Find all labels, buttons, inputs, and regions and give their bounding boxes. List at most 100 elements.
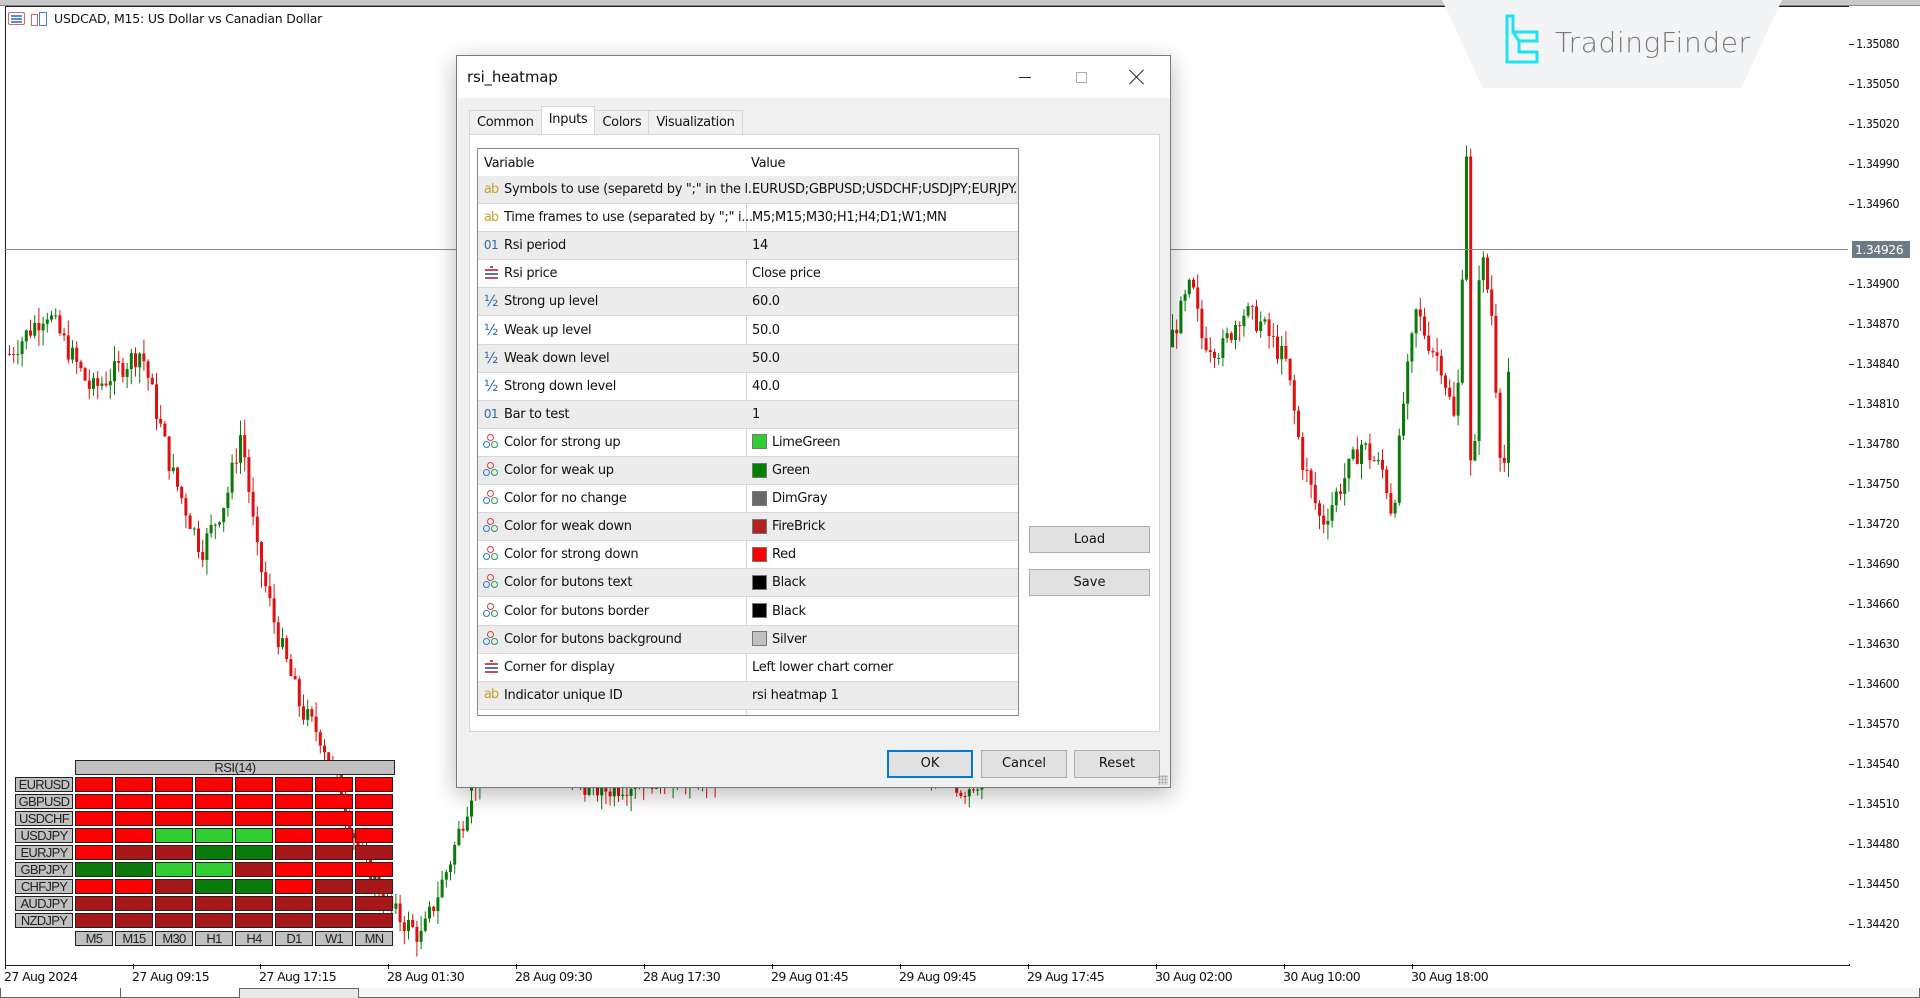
- heatmap-cell[interactable]: [275, 862, 313, 877]
- dialog-titlebar[interactable]: rsi_heatmap: [457, 56, 1170, 98]
- heatmap-cell[interactable]: [355, 794, 393, 809]
- heatmap-timeframe-h1[interactable]: H1: [195, 931, 233, 946]
- chart-type-icon[interactable]: [31, 12, 48, 26]
- heatmap-cell[interactable]: [75, 862, 113, 877]
- heatmap-cell[interactable]: [315, 845, 353, 860]
- heatmap-timeframe-m30[interactable]: M30: [155, 931, 193, 946]
- heatmap-cell[interactable]: [275, 896, 313, 911]
- resize-grip[interactable]: [1158, 775, 1168, 785]
- heatmap-symbol-nzdjpy[interactable]: NZDJPY: [15, 913, 73, 928]
- input-value[interactable]: LimeGreen: [752, 435, 840, 450]
- heatmap-cell[interactable]: [115, 862, 153, 877]
- input-value[interactable]: 60.0: [752, 294, 780, 309]
- heatmap-cell[interactable]: [115, 879, 153, 894]
- color-swatch[interactable]: [752, 519, 767, 534]
- heatmap-cell[interactable]: [235, 794, 273, 809]
- color-swatch[interactable]: [752, 463, 767, 478]
- heatmap-cell[interactable]: [155, 879, 193, 894]
- save-button[interactable]: Save: [1029, 569, 1150, 596]
- chart-menu-icon[interactable]: [8, 12, 25, 25]
- heatmap-symbol-eurjpy[interactable]: EURJPY: [15, 845, 73, 860]
- input-value[interactable]: 14: [752, 238, 768, 253]
- heatmap-cell[interactable]: [355, 879, 393, 894]
- tab-visualization[interactable]: Visualization: [648, 110, 742, 134]
- heatmap-cell[interactable]: [155, 862, 193, 877]
- heatmap-cell[interactable]: [195, 862, 233, 877]
- heatmap-symbol-usdchf[interactable]: USDCHF: [15, 811, 73, 826]
- heatmap-cell[interactable]: [315, 862, 353, 877]
- input-value[interactable]: 1: [752, 407, 760, 422]
- input-value[interactable]: Green: [752, 463, 810, 478]
- tab-common[interactable]: Common: [469, 110, 542, 134]
- color-swatch[interactable]: [752, 575, 767, 590]
- column-header-variable[interactable]: Variable: [484, 156, 534, 171]
- ok-button[interactable]: OK: [887, 750, 973, 778]
- reset-button[interactable]: Reset: [1074, 750, 1160, 778]
- input-value[interactable]: rsi heatmap 1: [752, 688, 839, 703]
- heatmap-cell[interactable]: [115, 811, 153, 826]
- heatmap-cell[interactable]: [75, 913, 113, 928]
- maximize-button[interactable]: [1053, 56, 1109, 98]
- input-row[interactable]: abIndicator unique IDrsi heatmap 1: [478, 682, 1018, 710]
- close-button[interactable]: [1109, 56, 1165, 98]
- heatmap-timeframe-m15[interactable]: M15: [115, 931, 153, 946]
- input-value[interactable]: Close price: [752, 266, 821, 281]
- heatmap-cell[interactable]: [275, 794, 313, 809]
- heatmap-cell[interactable]: [355, 913, 393, 928]
- input-row[interactable]: Color for butons borderBlack: [478, 598, 1018, 626]
- heatmap-cell[interactable]: [355, 811, 393, 826]
- heatmap-cell[interactable]: [235, 828, 273, 843]
- heatmap-timeframe-h4[interactable]: H4: [235, 931, 273, 946]
- input-row[interactable]: ½Strong down level40.0: [478, 373, 1018, 401]
- heatmap-cell[interactable]: [155, 845, 193, 860]
- heatmap-cell[interactable]: [75, 794, 113, 809]
- load-button[interactable]: Load: [1029, 526, 1150, 553]
- input-value[interactable]: DimGray: [752, 491, 827, 506]
- heatmap-cell[interactable]: [355, 828, 393, 843]
- heatmap-timeframe-mn[interactable]: MN: [355, 931, 393, 946]
- heatmap-cell[interactable]: [75, 845, 113, 860]
- input-value[interactable]: Black: [752, 604, 806, 619]
- heatmap-cell[interactable]: [75, 896, 113, 911]
- heatmap-cell[interactable]: [315, 879, 353, 894]
- heatmap-symbol-chfjpy[interactable]: CHFJPY: [15, 879, 73, 894]
- input-row[interactable]: Color for weak upGreen: [478, 457, 1018, 485]
- input-row[interactable]: ½Weak up level50.0: [478, 317, 1018, 345]
- input-value[interactable]: Silver: [752, 632, 807, 647]
- heatmap-cell[interactable]: [115, 845, 153, 860]
- heatmap-cell[interactable]: [155, 777, 193, 792]
- tab-colors[interactable]: Colors: [594, 110, 649, 134]
- heatmap-cell[interactable]: [355, 845, 393, 860]
- input-row[interactable]: 01Bar to test1: [478, 401, 1018, 429]
- input-value[interactable]: EURUSD;GBPUSD;USDCHF;USDJPY;EURJPY...: [752, 182, 1019, 197]
- heatmap-cell[interactable]: [275, 777, 313, 792]
- heatmap-cell[interactable]: [155, 794, 193, 809]
- heatmap-cell[interactable]: [195, 777, 233, 792]
- heatmap-cell[interactable]: [195, 913, 233, 928]
- heatmap-cell[interactable]: [275, 913, 313, 928]
- input-value[interactable]: 50.0: [752, 323, 780, 338]
- heatmap-cell[interactable]: [315, 777, 353, 792]
- heatmap-cell[interactable]: [235, 913, 273, 928]
- heatmap-symbol-gbpjpy[interactable]: GBPJPY: [15, 862, 73, 877]
- heatmap-cell[interactable]: [155, 811, 193, 826]
- heatmap-cell[interactable]: [115, 794, 153, 809]
- minimize-button[interactable]: [997, 56, 1053, 98]
- heatmap-cell[interactable]: [195, 845, 233, 860]
- color-swatch[interactable]: [752, 547, 767, 562]
- heatmap-cell[interactable]: [75, 811, 113, 826]
- input-row[interactable]: Color for butons textBlack: [478, 569, 1018, 597]
- heatmap-symbol-eurusd[interactable]: EURUSD: [15, 777, 73, 792]
- heatmap-cell[interactable]: [235, 896, 273, 911]
- heatmap-timeframe-d1[interactable]: D1: [275, 931, 313, 946]
- heatmap-cell[interactable]: [155, 913, 193, 928]
- heatmap-cell[interactable]: [315, 896, 353, 911]
- color-swatch[interactable]: [752, 631, 767, 646]
- input-row[interactable]: Color for butons backgroundSilver: [478, 626, 1018, 654]
- color-swatch[interactable]: [752, 603, 767, 618]
- heatmap-cell[interactable]: [115, 913, 153, 928]
- heatmap-cell[interactable]: [235, 845, 273, 860]
- tab-inputs[interactable]: Inputs: [541, 106, 596, 134]
- input-row[interactable]: ½Strong up level60.0: [478, 288, 1018, 316]
- heatmap-cell[interactable]: [235, 811, 273, 826]
